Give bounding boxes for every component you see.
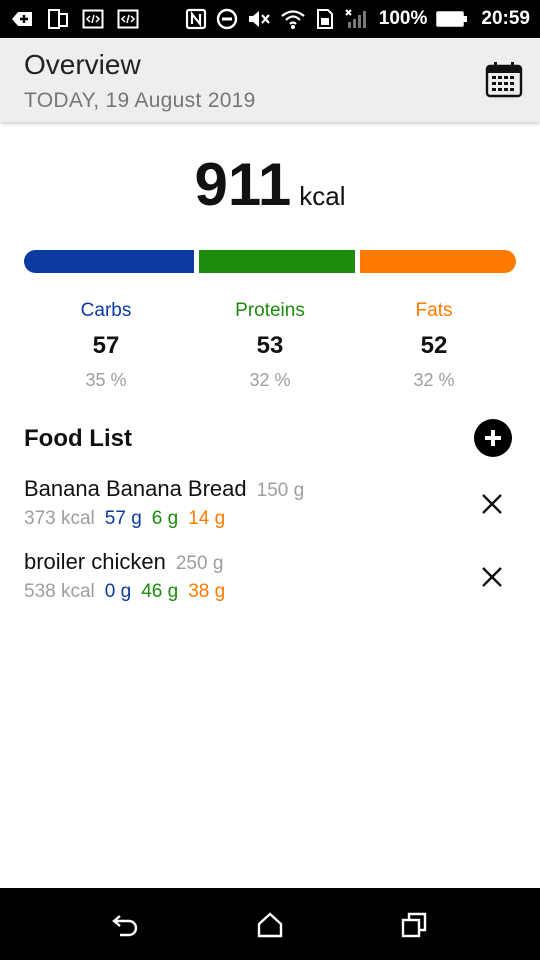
- food-list-item[interactable]: broiler chicken 250 g 538 kcal 0 g 46 g 38 g: [0, 549, 540, 619]
- wifi-icon: [280, 8, 306, 30]
- back-icon: [112, 915, 138, 937]
- current-date: TODAY, 19 August 2019: [24, 89, 256, 112]
- food-fats: 14 g: [188, 508, 226, 529]
- total-calories: 911 kcal: [0, 150, 540, 219]
- macro-fats-label: Fats: [415, 300, 453, 321]
- food-weight: 250 g: [175, 553, 224, 574]
- macro-fats-grams: 52: [420, 332, 448, 359]
- carbs-bar-segment: [24, 250, 195, 273]
- food-name: broiler chicken: [24, 549, 166, 574]
- food-list-title: Food List: [24, 425, 132, 452]
- macro-proteins-label: Proteins: [235, 300, 305, 321]
- food-kcal: 538 kcal: [24, 581, 95, 602]
- status-system-icons: 100% 20:59: [185, 8, 530, 30]
- food-carbs: 0 g: [104, 581, 132, 602]
- calendar-icon: [485, 62, 523, 98]
- food-carbs: 57 g: [104, 508, 142, 529]
- calendar-button[interactable]: [484, 60, 524, 100]
- macro-proteins-grams: 53: [256, 332, 284, 359]
- macro-carbs: Carbs 57 35 %: [26, 300, 186, 391]
- code-icon: [82, 8, 104, 30]
- macro-carbs-grams: 57: [92, 332, 120, 359]
- food-macros: 373 kcal 57 g 6 g 14 g: [24, 508, 235, 530]
- recents-icon: [401, 912, 427, 938]
- battery-percent: 100%: [378, 8, 428, 29]
- home-button[interactable]: [253, 908, 287, 942]
- food-name: Banana Banana Bread: [24, 476, 247, 501]
- close-icon: [482, 567, 502, 587]
- macro-distribution-bar: [24, 250, 516, 273]
- fats-bar-segment: [360, 250, 516, 273]
- navigation-bar: [0, 888, 540, 960]
- total-kcal-unit: kcal: [299, 181, 346, 211]
- add-food-button[interactable]: [474, 419, 512, 457]
- macro-summary: Carbs 57 35 % Proteins 53 32 % Fats 52 3…: [0, 300, 540, 395]
- food-list-item[interactable]: Banana Banana Bread 150 g 373 kcal 57 g 6 g…: [0, 476, 540, 546]
- macro-proteins-percent: 32 %: [249, 370, 291, 390]
- back-button[interactable]: [109, 908, 143, 942]
- add-box-icon: [10, 8, 34, 30]
- mute-icon: [247, 8, 271, 30]
- add-circle-icon: [485, 430, 501, 446]
- macro-carbs-label: Carbs: [80, 300, 132, 321]
- battery-icon: [436, 10, 468, 28]
- remove-food-button[interactable]: [478, 563, 506, 591]
- status-notification-icons: [10, 8, 139, 30]
- signal-icon: [344, 8, 370, 30]
- remove-food-button[interactable]: [478, 490, 506, 518]
- code-icon: [117, 8, 139, 30]
- food-proteins: 6 g: [151, 508, 179, 529]
- total-kcal-value: 911: [194, 151, 292, 218]
- page-title: Overview: [24, 49, 141, 80]
- food-kcal: 373 kcal: [24, 508, 95, 529]
- food-fats: 38 g: [188, 581, 226, 602]
- macro-fats-percent: 32 %: [413, 370, 455, 390]
- food-proteins: 46 g: [141, 581, 179, 602]
- status-bar: 100% 20:59: [0, 0, 540, 38]
- macro-fats: Fats 52 32 %: [354, 300, 514, 391]
- food-macros: 538 kcal 0 g 46 g 38 g: [24, 581, 235, 603]
- device-icon: [47, 8, 69, 30]
- food-weight: 150 g: [256, 480, 305, 501]
- close-icon: [482, 494, 502, 514]
- recents-button[interactable]: [397, 908, 431, 942]
- app-header: Overview TODAY, 19 August 2019: [0, 38, 540, 122]
- proteins-bar-segment: [199, 250, 356, 273]
- clock: 20:59: [481, 8, 530, 29]
- macro-carbs-percent: 35 %: [85, 370, 127, 390]
- macro-proteins: Proteins 53 32 %: [190, 300, 350, 391]
- nfc-icon: [185, 8, 207, 30]
- sim-icon: [315, 8, 335, 30]
- home-icon: [257, 912, 283, 938]
- do-not-disturb-icon: [216, 8, 238, 30]
